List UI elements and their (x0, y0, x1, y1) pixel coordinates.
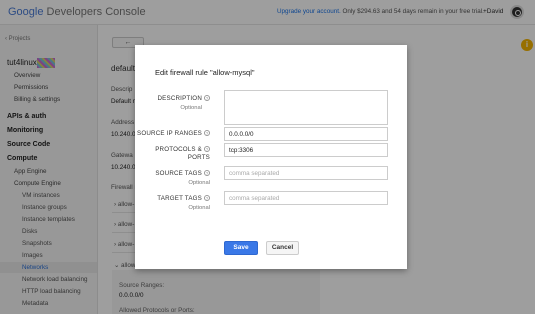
help-icon[interactable]: ? (204, 195, 210, 201)
description-optional-label: Optional (180, 105, 202, 111)
source-ip-field-label: SOURCE IP RANGES? (137, 130, 210, 137)
edit-firewall-rule-dialog: Edit firewall rule "allow-mysql" DESCRIP… (135, 45, 407, 269)
cancel-button[interactable]: Cancel (266, 241, 299, 255)
source-ip-ranges-input[interactable] (224, 127, 388, 141)
target-tags-label-text: TARGET TAGS (157, 195, 202, 202)
description-label-text: DESCRIPTION (157, 95, 202, 102)
source-tags-input[interactable] (224, 166, 388, 180)
target-tags-input[interactable] (224, 191, 388, 205)
protocols-ports-input[interactable] (224, 143, 388, 157)
help-icon[interactable]: ? (204, 130, 210, 136)
help-icon[interactable]: ? (204, 95, 210, 101)
description-input[interactable] (224, 90, 388, 125)
protocols-field-label: PROTOCOLS &? (155, 146, 210, 153)
save-button[interactable]: Save (224, 241, 258, 255)
protocols-label-line2: PORTS (187, 154, 210, 161)
dialog-title: Edit firewall rule "allow-mysql" (155, 68, 255, 77)
protocols-label-text: PROTOCOLS & (155, 146, 202, 153)
source-tags-optional-label: Optional (188, 180, 210, 186)
description-field-label: DESCRIPTION? (157, 95, 210, 102)
source-tags-field-label: SOURCE TAGS? (155, 170, 210, 177)
target-tags-field-label: TARGET TAGS? (157, 195, 210, 202)
source-ip-label-text: SOURCE IP RANGES (137, 130, 202, 137)
target-tags-optional-label: Optional (188, 205, 210, 211)
help-icon[interactable]: ? (204, 170, 210, 176)
help-icon[interactable]: ? (204, 146, 210, 152)
source-tags-label-text: SOURCE TAGS (155, 170, 202, 177)
